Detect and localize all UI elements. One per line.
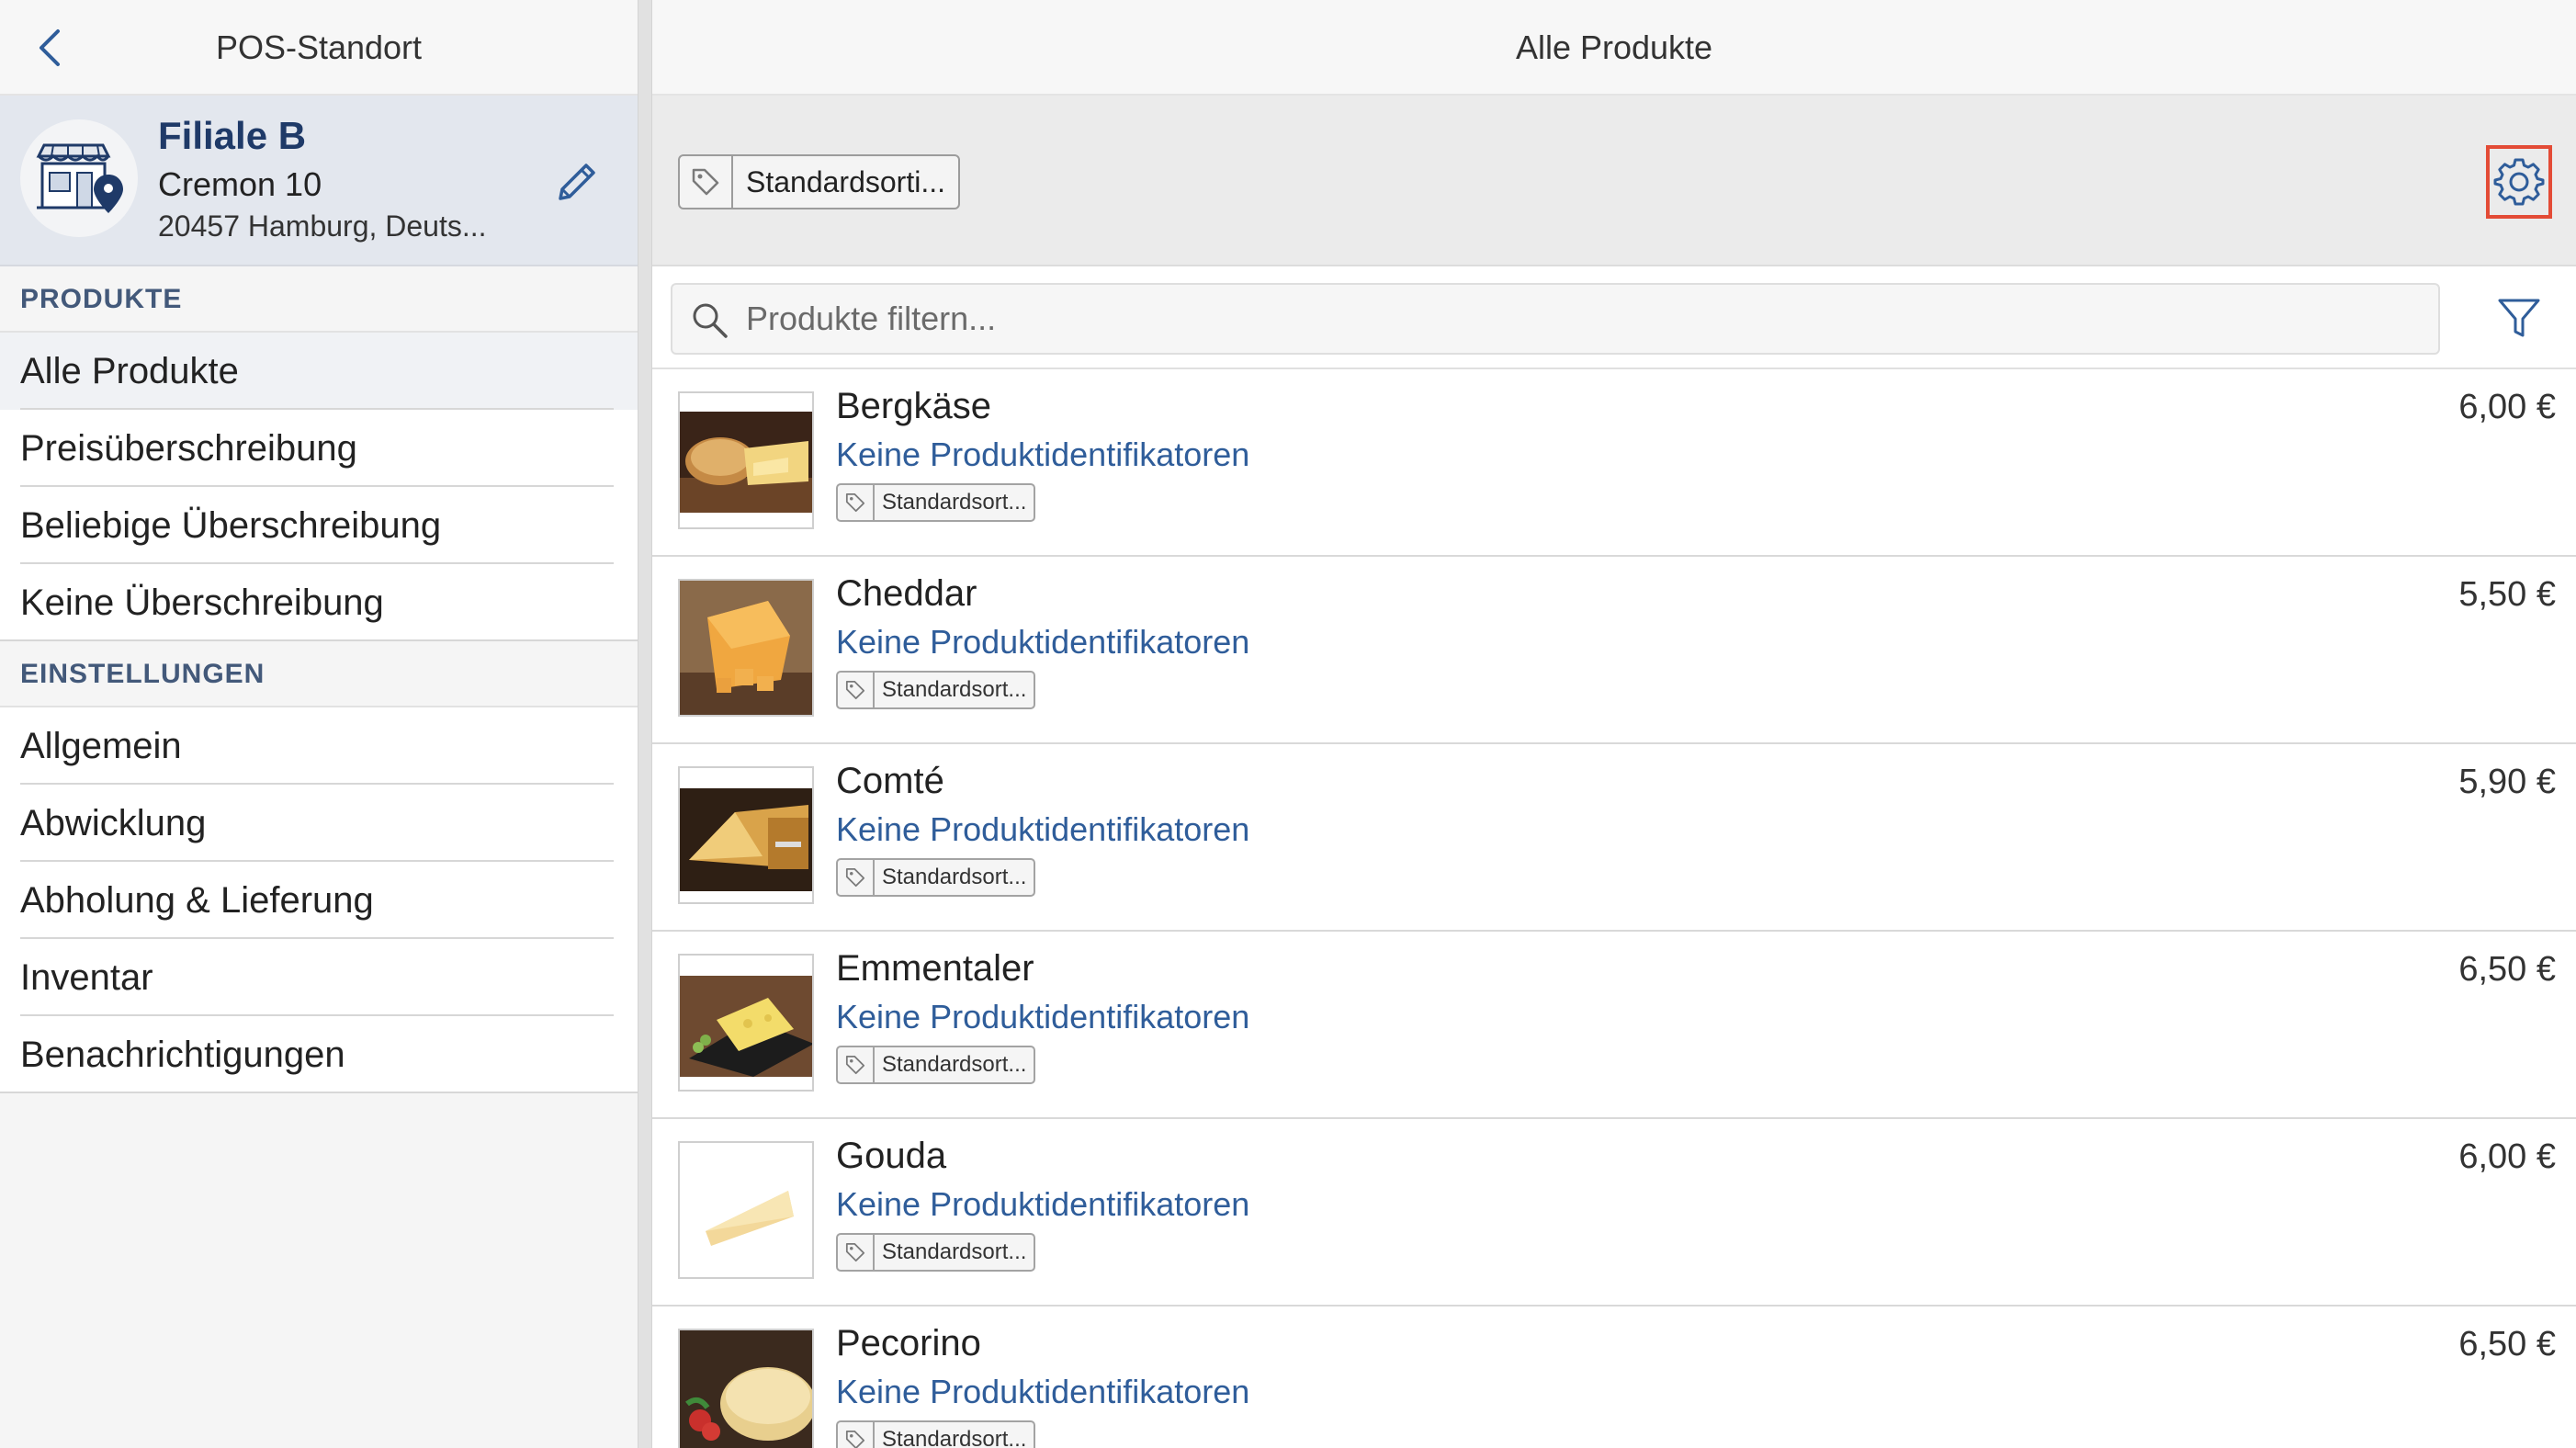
edit-store-button[interactable] <box>548 153 606 211</box>
products-header: Alle Produkte <box>652 0 2576 96</box>
avatar <box>20 119 138 237</box>
section-header-settings: EINSTELLUNGEN <box>0 641 638 707</box>
product-image <box>678 954 814 1092</box>
nav-item-notifications[interactable]: Benachrichtigungen <box>0 1016 638 1093</box>
assortment-tag: Standardsort... <box>836 483 1036 522</box>
gear-icon <box>2493 158 2545 206</box>
product-row[interactable]: Bergkäse Keine Produktidentifikatoren St… <box>652 369 2576 557</box>
search-box[interactable] <box>671 283 2440 355</box>
section-title: PRODUKTE <box>20 284 183 314</box>
product-row[interactable]: Emmentaler Keine Produktidentifikatoren … <box>652 932 2576 1119</box>
product-identifiers: Keine Produktidentifikatoren <box>836 1373 1250 1410</box>
nav-item-label: Alle Produkte <box>20 351 239 391</box>
page-title: Alle Produkte <box>1515 28 1713 66</box>
nav-item-general[interactable]: Allgemein <box>0 707 638 785</box>
tag-label: Standardsort... <box>882 1239 1027 1264</box>
filter-icon <box>2498 299 2540 337</box>
sidebar-title: POS-Standort <box>215 28 423 66</box>
product-row[interactable]: Cheddar Keine Produktidentifikatoren Sta… <box>652 557 2576 744</box>
product-image <box>678 1141 814 1279</box>
back-button[interactable] <box>24 22 75 74</box>
product-image <box>678 766 814 904</box>
product-price: 6,50 € <box>2458 1325 2556 1363</box>
split-divider[interactable] <box>638 0 652 1448</box>
nav-item-label: Abwicklung <box>20 803 207 843</box>
nav-item-label: Keine Überschreibung <box>20 583 384 623</box>
section-header-products: PRODUKTE <box>0 266 638 333</box>
assortment-selector[interactable]: Standardsorti... <box>678 154 960 209</box>
store-city: 20457 Hamburg, Deuts... <box>158 209 487 243</box>
assortment-tag: Standardsort... <box>836 1046 1036 1084</box>
tag-icon <box>845 1242 865 1262</box>
store-card: Filiale B Cremon 10 20457 Hamburg, Deuts… <box>0 96 638 266</box>
nav-item-label: Allgemein <box>20 726 182 766</box>
tag-label: Standardsort... <box>882 677 1027 702</box>
section-title: EINSTELLUNGEN <box>20 659 266 689</box>
product-identifiers: Keine Produktidentifikatoren <box>836 810 1250 848</box>
chevron-left-icon <box>40 29 60 66</box>
tag-label: Standardsort... <box>882 865 1027 889</box>
product-name: Emmentaler <box>836 948 1034 989</box>
product-name: Gouda <box>836 1136 947 1176</box>
tag-label: Standardsort... <box>882 1427 1027 1448</box>
store-street: Cremon 10 <box>158 165 322 203</box>
assortment-tag: Standardsort... <box>836 858 1036 897</box>
nav-item-inventory[interactable]: Inventar <box>0 939 638 1016</box>
location-sidebar: POS-Standort Filiale B Cremon 10 20457 H… <box>0 0 638 1448</box>
nav-item-no-override[interactable]: Keine Überschreibung <box>0 564 638 641</box>
product-price: 6,50 € <box>2458 950 2556 989</box>
search-row <box>652 266 2576 369</box>
search-icon <box>693 303 728 338</box>
nav-item-processing[interactable]: Abwicklung <box>0 785 638 862</box>
product-price: 6,00 € <box>2458 1137 2556 1176</box>
tag-label: Standardsort... <box>882 490 1027 515</box>
tag-icon <box>845 867 865 888</box>
nav-item-label: Beliebige Überschreibung <box>20 505 442 546</box>
search-input[interactable] <box>746 285 2400 353</box>
nav-item-any-override[interactable]: Beliebige Überschreibung <box>0 487 638 564</box>
products-pane: Alle Produkte Standardsorti... Produkte … <box>652 0 2576 1448</box>
product-price: 5,50 € <box>2458 575 2556 614</box>
tag-icon <box>845 1055 865 1075</box>
product-identifiers: Keine Produktidentifikatoren <box>836 1185 1250 1223</box>
product-identifiers: Keine Produktidentifikatoren <box>836 436 1250 473</box>
assortment-label: Standardsorti... <box>746 164 945 198</box>
product-price: 5,90 € <box>2458 763 2556 801</box>
products-toolbar: Standardsorti... <box>652 96 2576 266</box>
nav-item-label: Inventar <box>20 957 153 998</box>
product-name: Pecorino <box>836 1323 981 1363</box>
tag-icon <box>845 1430 865 1448</box>
product-row[interactable]: Pecorino Keine Produktidentifikatoren St… <box>652 1307 2576 1448</box>
store-location-icon <box>36 143 123 213</box>
assortment-tag: Standardsort... <box>836 1233 1036 1272</box>
product-image <box>678 1329 814 1448</box>
product-identifiers: Keine Produktidentifikatoren <box>836 998 1250 1035</box>
product-row[interactable]: Comté Keine Produktidentifikatoren Stand… <box>652 744 2576 932</box>
tag-icon <box>845 492 865 513</box>
filter-button[interactable] <box>2491 290 2547 345</box>
product-identifiers: Keine Produktidentifikatoren <box>836 623 1250 661</box>
nav-item-price-override[interactable]: Preisüberschreibung <box>0 410 638 487</box>
assortment-tag: Standardsort... <box>836 1420 1036 1448</box>
product-name: Cheddar <box>836 573 977 614</box>
nav-item-all-products[interactable]: Alle Produkte <box>0 333 638 410</box>
pencil-icon <box>559 164 595 200</box>
product-name: Comté <box>836 761 944 801</box>
tag-icon <box>692 168 719 196</box>
assortment-tag: Standardsort... <box>836 671 1036 709</box>
product-image <box>678 579 814 717</box>
nav-item-label: Abholung & Lieferung <box>20 880 374 921</box>
store-name: Filiale B <box>158 114 307 157</box>
tag-icon <box>845 680 865 700</box>
product-image <box>678 391 814 529</box>
settings-button[interactable] <box>2486 145 2552 219</box>
tag-label: Standardsort... <box>882 1052 1027 1077</box>
nav-item-pickup-delivery[interactable]: Abholung & Lieferung <box>0 862 638 939</box>
product-row[interactable]: Gouda Keine Produktidentifikatoren Stand… <box>652 1119 2576 1307</box>
nav-item-label: Preisüberschreibung <box>20 428 357 469</box>
product-price: 6,00 € <box>2458 388 2556 426</box>
nav-item-label: Benachrichtigungen <box>20 1035 345 1075</box>
sidebar-header: POS-Standort <box>0 0 638 96</box>
product-name: Bergkäse <box>836 386 991 426</box>
